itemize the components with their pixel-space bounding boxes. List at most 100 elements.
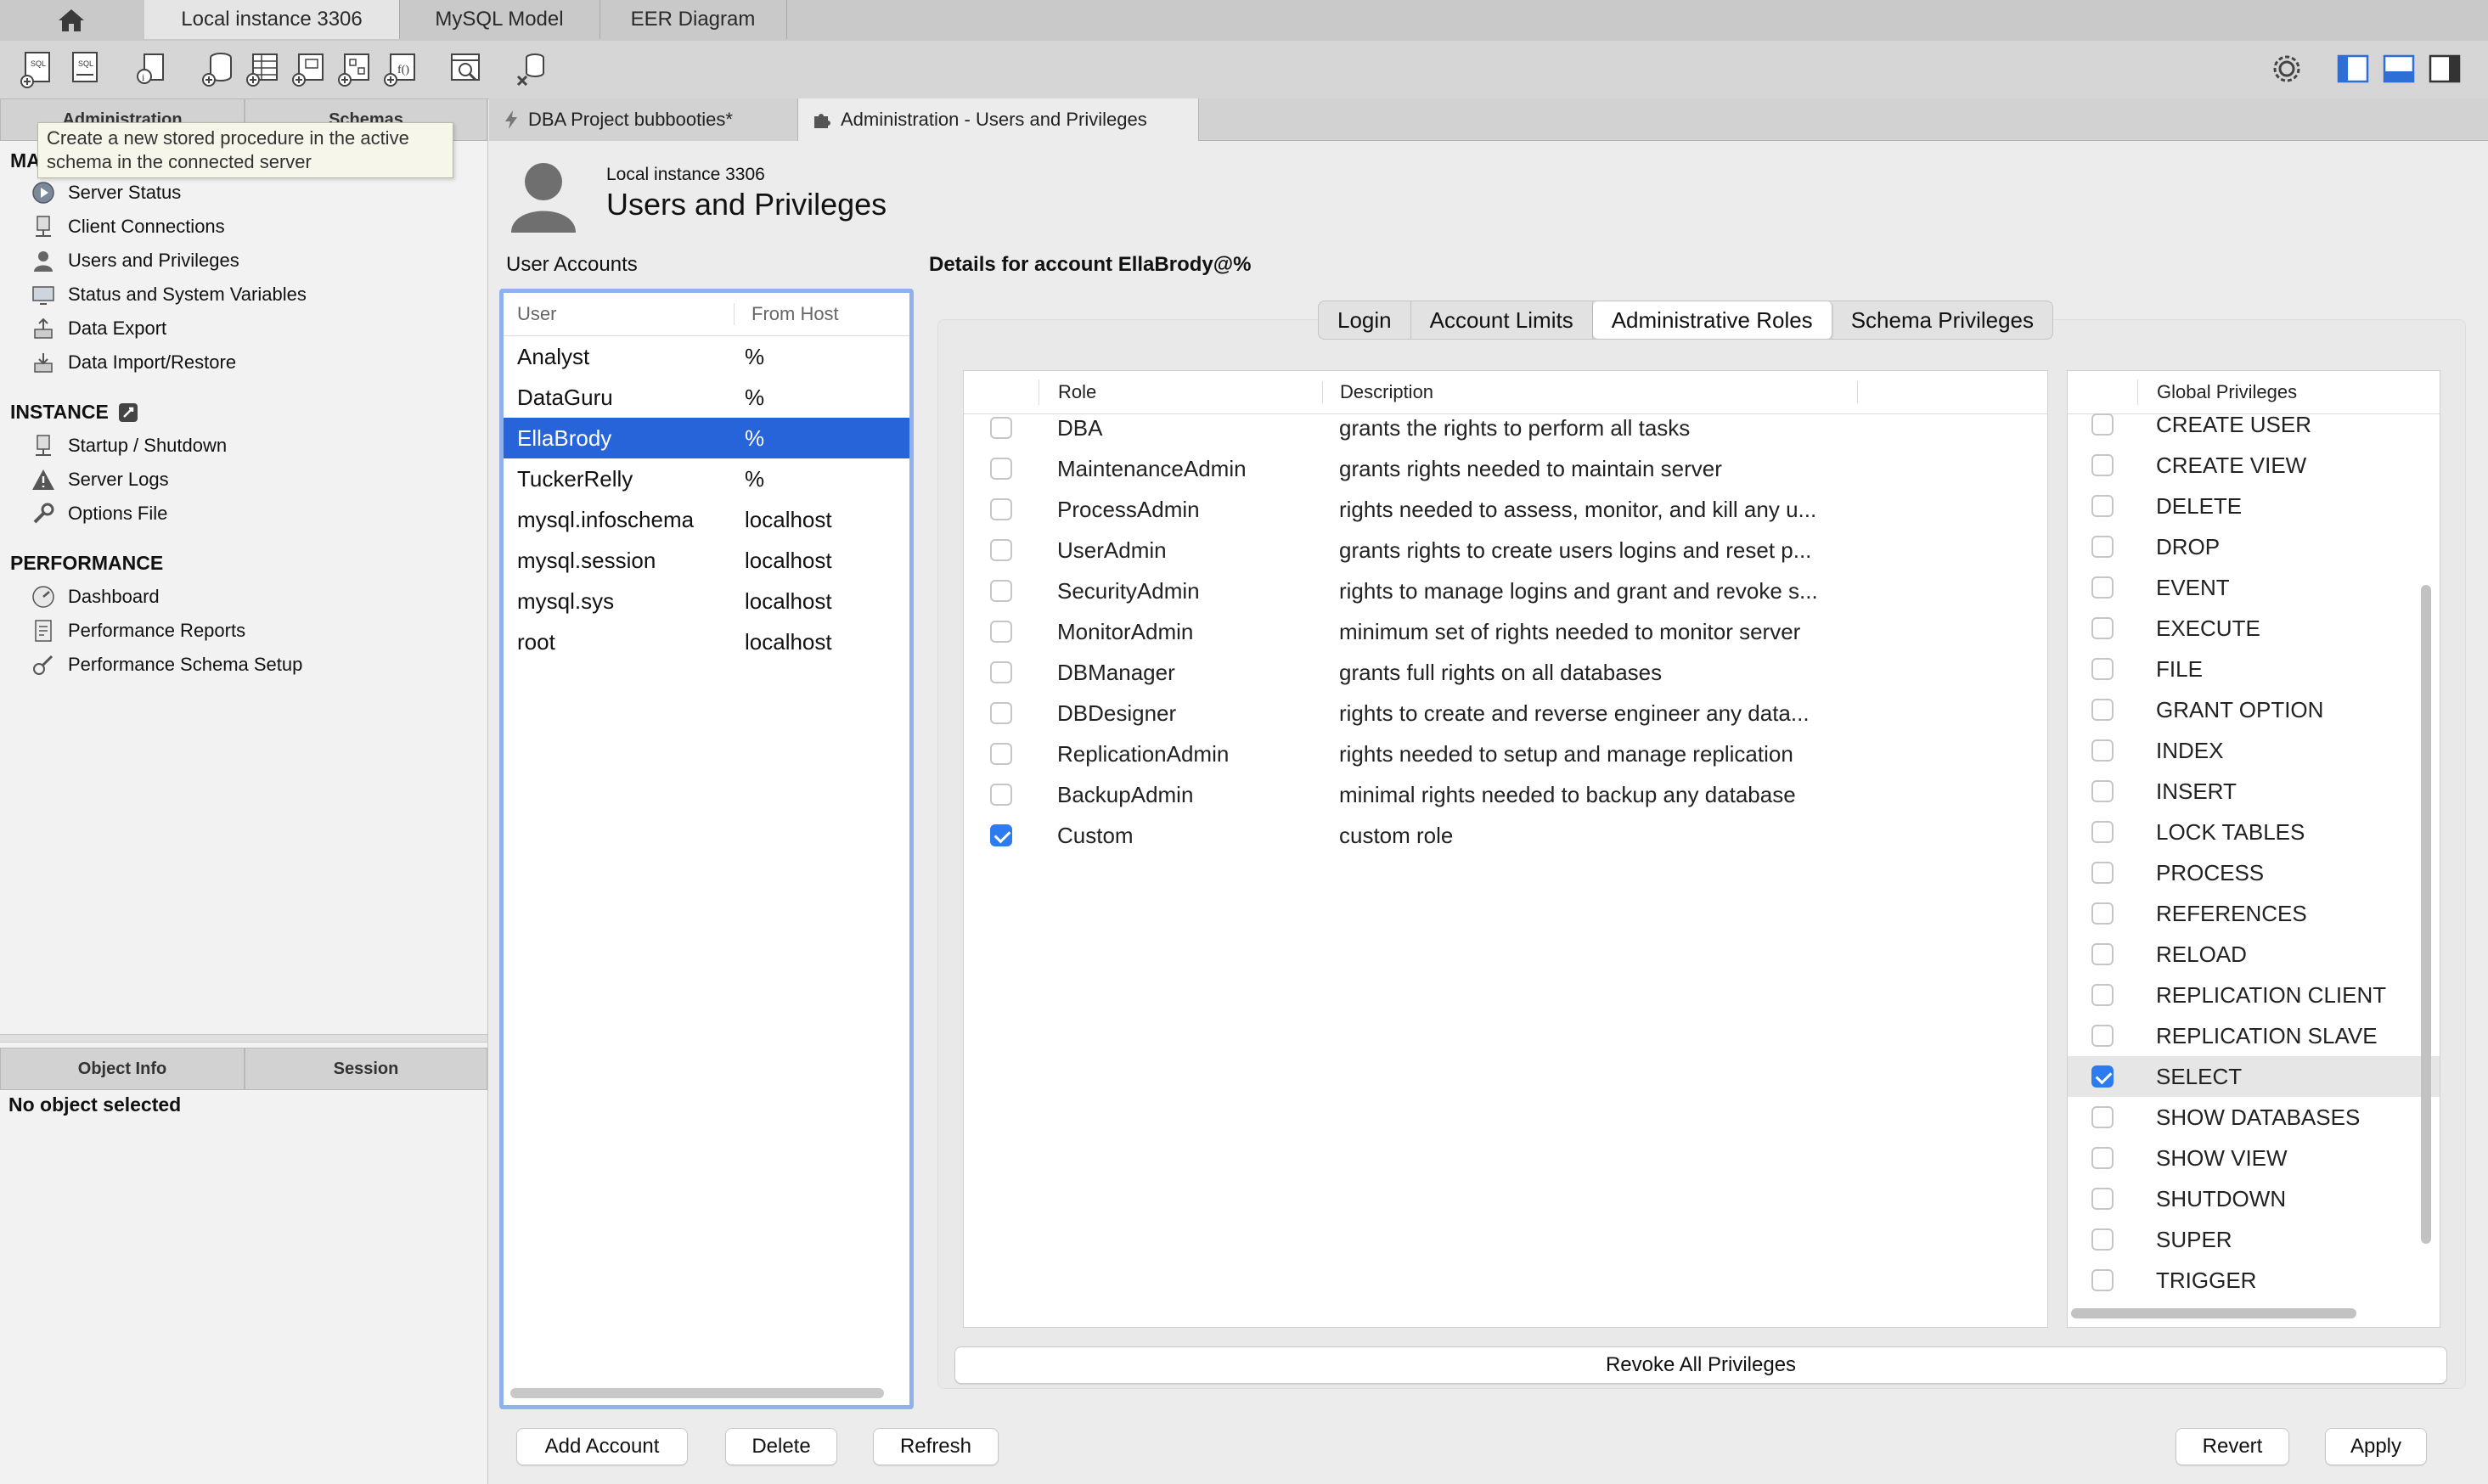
nav-performance-schema-setup[interactable]: Performance Schema Setup	[31, 649, 302, 681]
col-host-header[interactable]: From Host	[735, 303, 839, 325]
create-view-icon[interactable]	[289, 48, 331, 90]
refresh-button[interactable]: Refresh	[873, 1428, 999, 1465]
privilege-checkbox[interactable]	[2091, 658, 2114, 680]
nav-status-system-variables[interactable]: Status and System Variables	[31, 278, 307, 311]
col-global-privileges-header[interactable]: Global Privileges	[2138, 381, 2297, 403]
toggle-sidebar-icon[interactable]	[2332, 48, 2374, 90]
role-checkbox[interactable]	[990, 498, 1012, 520]
role-checkbox[interactable]	[990, 743, 1012, 765]
delete-button[interactable]: Delete	[725, 1428, 837, 1465]
col-user-header[interactable]: User	[504, 303, 735, 325]
user-account-row[interactable]: mysql.infoschema localhost	[504, 499, 909, 540]
create-schema-icon[interactable]	[197, 48, 239, 90]
role-checkbox[interactable]	[990, 539, 1012, 561]
role-checkbox[interactable]	[990, 580, 1012, 602]
role-checkbox[interactable]	[990, 621, 1012, 643]
privilege-checkbox[interactable]	[2091, 821, 2114, 843]
privilege-checkbox[interactable]	[2091, 699, 2114, 721]
privileges-vertical-scrollbar[interactable]	[2421, 585, 2431, 1244]
privilege-checkbox[interactable]	[2091, 1269, 2114, 1291]
privilege-checkbox[interactable]	[2091, 984, 2114, 1006]
create-table-icon[interactable]	[243, 48, 285, 90]
role-checkbox[interactable]	[990, 824, 1012, 846]
tab-session[interactable]: Session	[245, 1048, 487, 1090]
privilege-checkbox[interactable]	[2091, 617, 2114, 639]
instance-settings-icon[interactable]	[117, 402, 139, 424]
create-stored-procedure-icon[interactable]	[335, 48, 377, 90]
user-account-row[interactable]: Analyst%	[504, 336, 909, 377]
tab-account-limits[interactable]: Account Limits	[1411, 301, 1593, 339]
doc-tab-dba-project[interactable]: DBA Project bubbooties*	[489, 98, 798, 141]
user-accounts-list[interactable]: User From Host Analyst% DataGuru% EllaBrod…	[499, 289, 914, 1409]
nav-client-connections[interactable]: Client Connections	[31, 211, 225, 243]
user-account-row[interactable]: TuckerRelly%	[504, 458, 909, 499]
tab-administrative-roles[interactable]: Administrative Roles	[1592, 301, 1832, 339]
reconnect-icon[interactable]	[511, 48, 554, 90]
settings-gear-icon[interactable]	[2266, 48, 2308, 90]
role-description: grants full rights on all databases	[1339, 659, 1663, 685]
privilege-checkbox[interactable]	[2091, 576, 2114, 599]
privilege-checkbox[interactable]	[2091, 943, 2114, 965]
revert-button[interactable]: Revert	[2176, 1428, 2289, 1465]
privilege-name: SUPER	[2156, 1226, 2232, 1252]
role-checkbox[interactable]	[990, 417, 1012, 439]
privilege-checkbox[interactable]	[2091, 902, 2114, 925]
new-sql-tab-icon[interactable]: SQL	[17, 48, 59, 90]
tab-mysql-model[interactable]: MySQL Model	[399, 0, 600, 39]
tab-schema-privileges[interactable]: Schema Privileges	[1832, 301, 2052, 339]
privilege-checkbox[interactable]	[2091, 495, 2114, 517]
panel-splitter[interactable]	[0, 1034, 487, 1043]
privilege-checkbox[interactable]	[2091, 739, 2114, 762]
role-checkbox[interactable]	[990, 784, 1012, 806]
user-account-row[interactable]: DataGuru%	[504, 377, 909, 418]
privilege-checkbox[interactable]	[2091, 1228, 2114, 1251]
apply-button[interactable]: Apply	[2325, 1428, 2427, 1465]
search-table-data-icon[interactable]	[445, 48, 487, 90]
privilege-checkbox[interactable]	[2091, 1106, 2114, 1128]
nav-startup-shutdown[interactable]: Startup / Shutdown	[31, 430, 227, 462]
user-list-scrollbar[interactable]	[510, 1388, 884, 1398]
role-checkbox[interactable]	[990, 458, 1012, 480]
privileges-horizontal-scrollbar[interactable]	[2071, 1308, 2356, 1318]
role-checkbox[interactable]	[990, 661, 1012, 683]
user-account-row[interactable]: EllaBrody%	[504, 418, 909, 458]
nav-server-logs[interactable]: Server Logs	[31, 464, 169, 496]
privilege-checkbox[interactable]	[2091, 1025, 2114, 1047]
inspector-icon[interactable]: i	[131, 48, 173, 90]
doc-tab-users-privileges[interactable]: Administration - Users and Privileges	[798, 98, 1199, 141]
toggle-output-panel-icon[interactable]	[2378, 48, 2420, 90]
nav-data-import[interactable]: Data Import/Restore	[31, 346, 236, 379]
revoke-all-privileges-button[interactable]: Revoke All Privileges	[954, 1346, 2447, 1384]
open-sql-script-icon[interactable]: SQL	[65, 48, 107, 90]
create-function-icon[interactable]: f()	[380, 48, 423, 90]
tab-login[interactable]: Login	[1319, 301, 1411, 339]
privilege-checkbox[interactable]	[2091, 536, 2114, 558]
privilege-checkbox[interactable]	[2091, 1065, 2114, 1088]
tab-eer-diagram[interactable]: EER Diagram	[599, 0, 787, 39]
privilege-checkbox[interactable]	[2091, 862, 2114, 884]
nav-dashboard[interactable]: Dashboard	[31, 581, 160, 613]
user-account-row[interactable]: root localhost	[504, 621, 909, 662]
privilege-checkbox[interactable]	[2091, 454, 2114, 476]
nav-performance-reports[interactable]: Performance Reports	[31, 615, 245, 647]
toggle-secondary-sidebar-icon[interactable]	[2423, 48, 2466, 90]
privilege-name: REPLICATION CLIENT	[2156, 981, 2387, 1008]
user-account-row[interactable]: mysql.session localhost	[504, 540, 909, 581]
tab-local-instance[interactable]: Local instance 3306	[144, 0, 400, 39]
nav-server-status[interactable]: Server Status	[31, 177, 181, 209]
privilege-checkbox[interactable]	[2091, 780, 2114, 802]
privilege-checkbox[interactable]	[2091, 1188, 2114, 1210]
home-button[interactable]	[0, 0, 143, 41]
col-description-header[interactable]: Description	[1323, 381, 1858, 403]
privilege-checkbox[interactable]	[2091, 1147, 2114, 1169]
role-checkbox[interactable]	[990, 702, 1012, 724]
nav-data-export[interactable]: Data Export	[31, 312, 166, 345]
col-role-header[interactable]: Role	[1039, 381, 1323, 403]
add-account-button[interactable]: Add Account	[516, 1428, 688, 1465]
nav-options-file[interactable]: Options File	[31, 497, 167, 530]
privilege-checkbox[interactable]	[2091, 413, 2114, 436]
nav-users-and-privileges[interactable]: Users and Privileges	[31, 245, 239, 277]
user-account-row[interactable]: mysql.sys localhost	[504, 581, 909, 621]
role-row: DBA grants the rights to perform all task…	[964, 408, 2047, 448]
tab-object-info[interactable]: Object Info	[0, 1048, 245, 1090]
